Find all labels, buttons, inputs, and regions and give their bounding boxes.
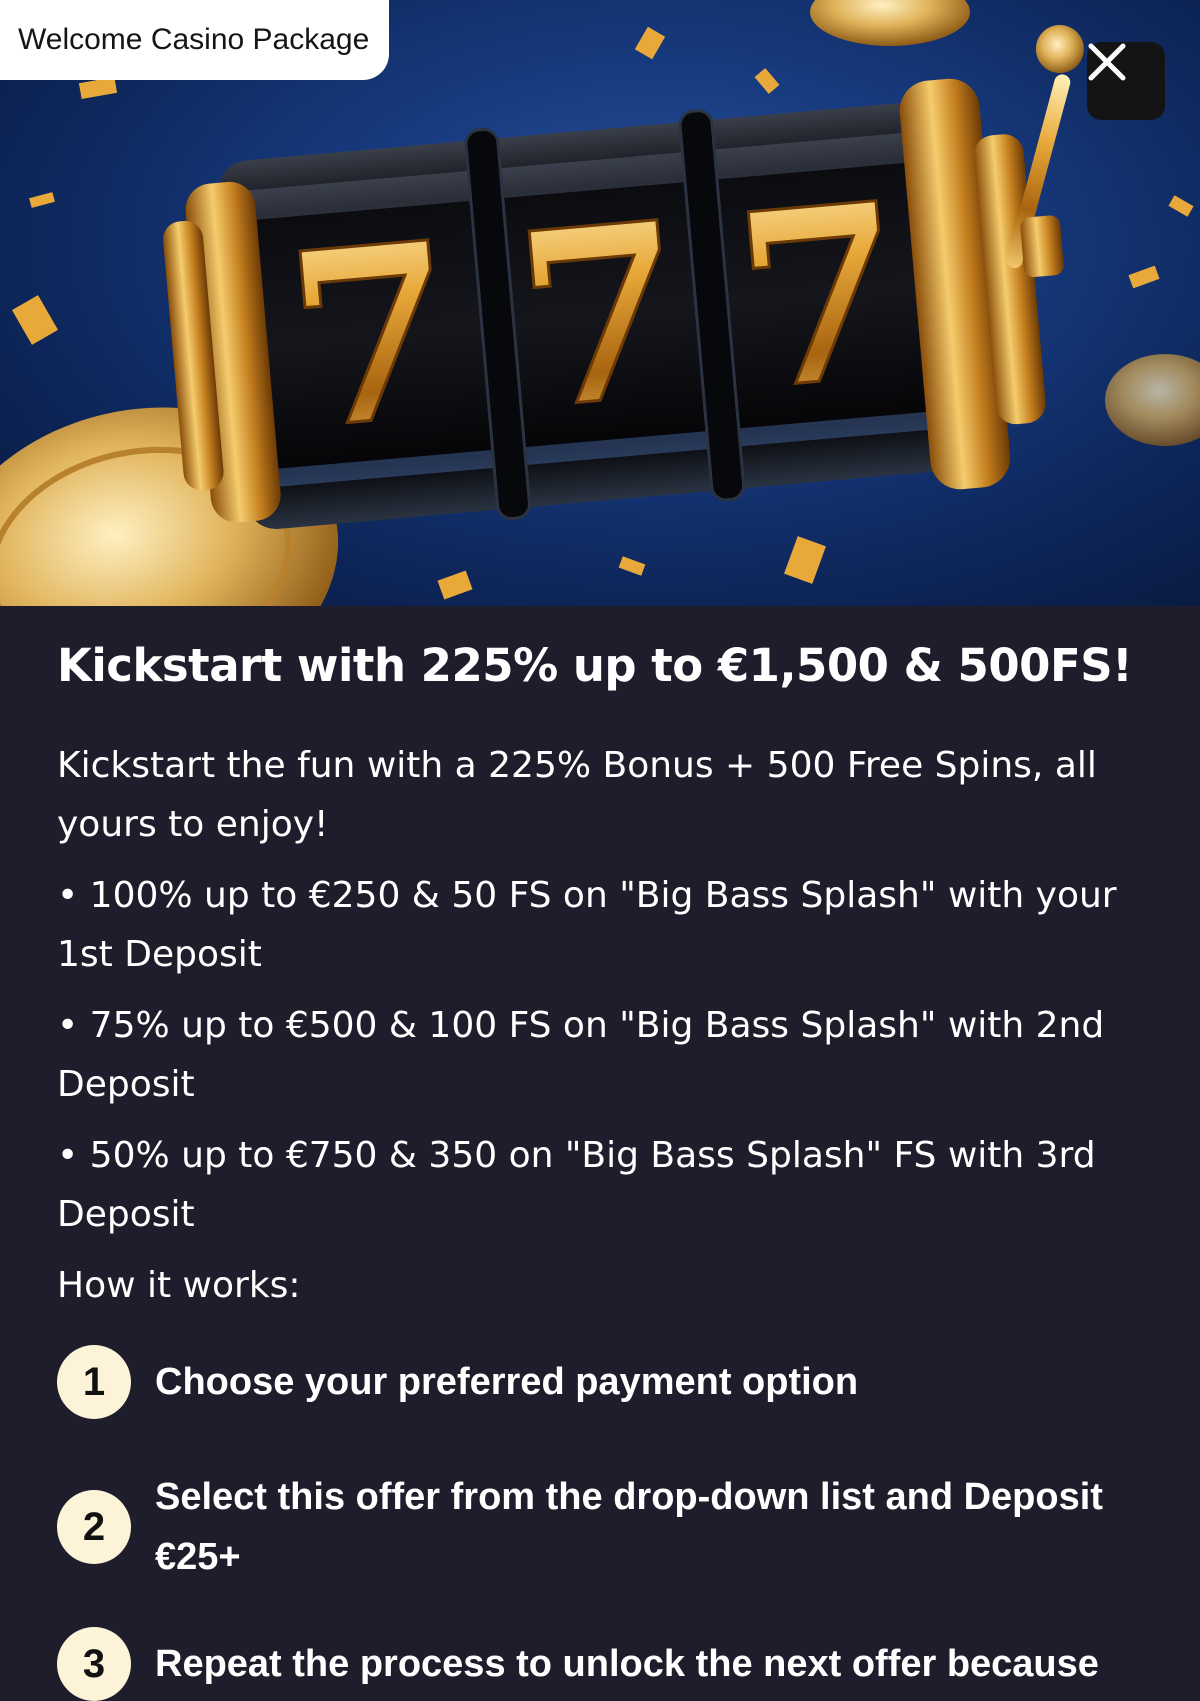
reel-digit: 7: [277, 188, 468, 483]
step-number-badge: 3: [57, 1627, 131, 1701]
step-text: Select this offer from the drop-down lis…: [155, 1476, 1103, 1578]
step-item: 3 Repeat the process to unlock the next …: [57, 1627, 1157, 1701]
offer-bullet-1: • 100% up to €250 & 50 FS on "Big Bass S…: [57, 875, 1117, 975]
offer-bullet-3: • 50% up to €750 & 350 on "Big Bass Spla…: [57, 1135, 1096, 1235]
coin-icon: [810, 0, 970, 46]
reel-digit: 7: [725, 149, 916, 444]
slot-machine-illustration: 7 7 7: [0, 0, 1200, 606]
hero-banner: 7 7 7 Welcome Casino Package: [0, 0, 1200, 606]
steps-list: 1 Choose your preferred payment option 2…: [57, 1345, 1157, 1701]
reel-digit: 7: [506, 168, 697, 463]
step-item: 2 Select this offer from the drop-down l…: [57, 1467, 1157, 1587]
close-icon: [1088, 43, 1126, 81]
offer-title: Kickstart with 225% up to €1,500 & 500FS…: [57, 639, 1133, 692]
offer-bullet-2: • 75% up to €500 & 100 FS on "Big Bass S…: [57, 1005, 1105, 1105]
offer-details: Kickstart with 225% up to €1,500 & 500FS…: [57, 606, 1157, 1701]
step-number-badge: 1: [57, 1345, 131, 1419]
how-it-works-heading: How it works:: [57, 1265, 301, 1306]
step-text: Repeat the process to unlock the next of…: [155, 1643, 1099, 1685]
step-text: Choose your preferred payment option: [155, 1361, 859, 1403]
step-number-badge: 2: [57, 1490, 131, 1564]
coin-icon: [1105, 354, 1200, 446]
package-tag: Welcome Casino Package: [0, 0, 390, 80]
step-item: 1 Choose your preferred payment option: [57, 1345, 1157, 1419]
close-button[interactable]: [1087, 42, 1165, 120]
offer-intro: Kickstart the fun with a 225% Bonus + 50…: [57, 745, 1097, 845]
package-tag-label: Welcome Casino Package: [18, 23, 370, 56]
